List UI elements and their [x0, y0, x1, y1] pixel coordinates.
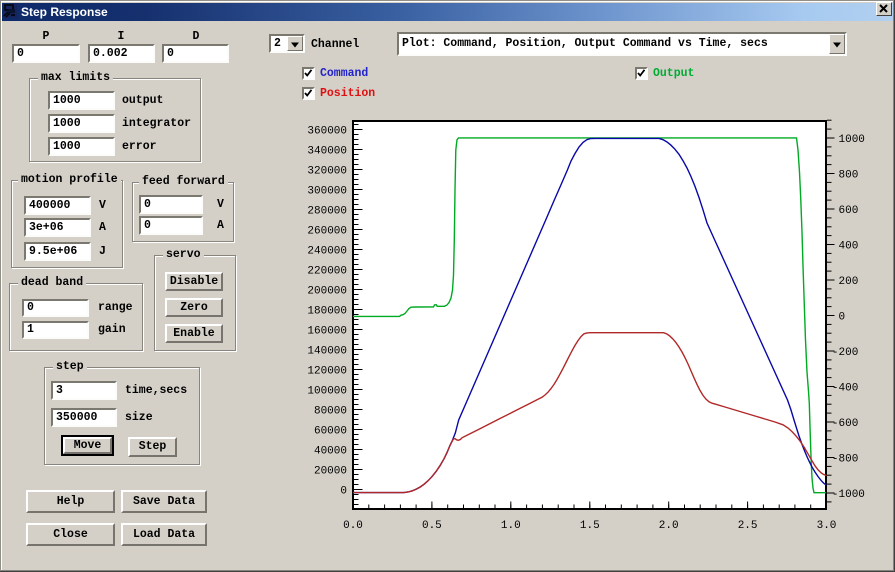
svg-text:1.0: 1.0	[501, 520, 521, 532]
svg-text:220000: 220000	[307, 266, 347, 278]
svg-text:800: 800	[839, 170, 859, 182]
svg-text:140000: 140000	[307, 346, 347, 358]
svg-text:100000: 100000	[307, 386, 347, 398]
svg-text:-400: -400	[832, 383, 858, 395]
svg-text:180000: 180000	[307, 306, 347, 318]
svg-text:320000: 320000	[307, 166, 347, 178]
svg-text:260000: 260000	[307, 226, 347, 238]
svg-text:1.5: 1.5	[580, 520, 600, 532]
svg-text:200000: 200000	[307, 286, 347, 298]
svg-text:40000: 40000	[314, 446, 347, 458]
svg-text:120000: 120000	[307, 366, 347, 378]
svg-text:0: 0	[340, 486, 347, 498]
svg-text:280000: 280000	[307, 206, 347, 218]
svg-text:300000: 300000	[307, 186, 347, 198]
svg-text:0: 0	[839, 312, 846, 324]
svg-text:400: 400	[839, 241, 859, 253]
svg-text:2.5: 2.5	[738, 520, 758, 532]
svg-text:-200: -200	[832, 347, 858, 359]
svg-text:-600: -600	[832, 418, 858, 430]
svg-text:340000: 340000	[307, 146, 347, 158]
svg-text:-800: -800	[832, 454, 858, 466]
svg-text:-1000: -1000	[832, 489, 865, 501]
svg-text:0.0: 0.0	[343, 520, 363, 532]
svg-text:80000: 80000	[314, 406, 347, 418]
svg-text:20000: 20000	[314, 466, 347, 478]
svg-text:60000: 60000	[314, 426, 347, 438]
svg-text:1000: 1000	[839, 134, 865, 146]
svg-text:0.5: 0.5	[422, 520, 442, 532]
svg-text:160000: 160000	[307, 326, 347, 338]
svg-text:600: 600	[839, 205, 859, 217]
svg-text:240000: 240000	[307, 246, 347, 258]
svg-text:360000: 360000	[307, 126, 347, 138]
svg-text:3.0: 3.0	[817, 520, 837, 532]
svg-text:2.0: 2.0	[659, 520, 679, 532]
svg-text:200: 200	[839, 276, 859, 288]
